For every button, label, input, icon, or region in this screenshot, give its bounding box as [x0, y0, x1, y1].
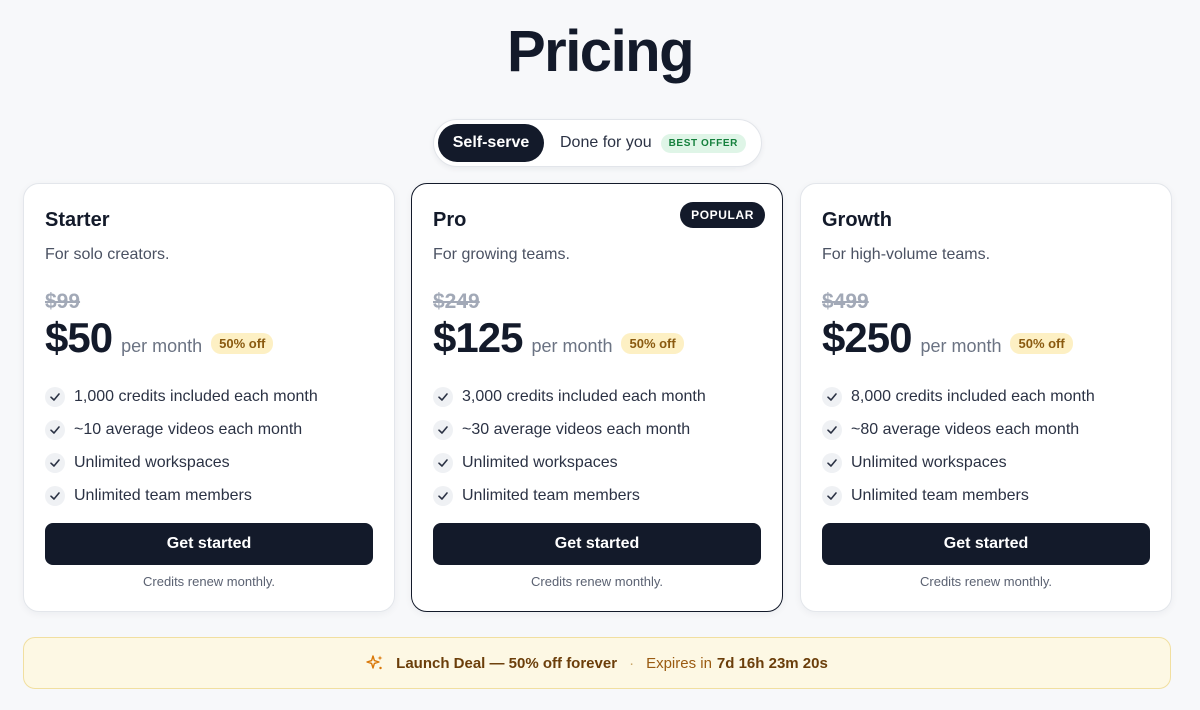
price-row: $250 per month 50% off [822, 314, 1073, 362]
plan-description: For solo creators. [45, 246, 170, 263]
plan-card-growth: Growth For high-volume teams. $499 $250 … [800, 183, 1172, 612]
feature-list: 3,000 credits included each month ~30 av… [433, 380, 706, 512]
feature-item: ~10 average videos each month [45, 413, 318, 446]
renew-note: Credits renew monthly. [920, 574, 1052, 589]
feature-item: Unlimited team members [45, 479, 318, 512]
original-price: $99 [45, 290, 81, 313]
feature-item: 1,000 credits included each month [45, 380, 318, 413]
feature-text: Unlimited workspaces [462, 453, 618, 471]
feature-text: Unlimited team members [851, 486, 1029, 504]
check-icon [433, 419, 453, 440]
plan-description: For high-volume teams. [822, 246, 991, 263]
feature-text: 3,000 credits included each month [462, 387, 706, 405]
feature-item: Unlimited workspaces [822, 446, 1095, 479]
feature-item: Unlimited team members [822, 479, 1095, 512]
feature-item: ~80 average videos each month [822, 413, 1095, 446]
feature-text: ~30 average videos each month [462, 420, 691, 438]
deal-countdown: 7d 16h 23m 20s [716, 654, 828, 672]
feature-list: 8,000 credits included each month ~80 av… [822, 380, 1095, 512]
check-icon [822, 452, 842, 473]
plan-name: Growth [822, 209, 892, 231]
best-offer-badge: BEST OFFER [660, 133, 746, 153]
self-serve-tab[interactable]: Self-serve [438, 124, 544, 162]
feature-text: Unlimited workspaces [851, 453, 1007, 471]
get-started-button-pro[interactable]: Get started [433, 523, 761, 565]
price-period: per month [121, 336, 203, 356]
check-icon [433, 485, 453, 506]
check-icon [822, 485, 842, 506]
sparkle-icon [366, 654, 384, 672]
done-for-you-label: Done for you [560, 134, 652, 151]
feature-item: Unlimited team members [433, 479, 706, 512]
check-icon [45, 386, 65, 407]
deal-separator: · [629, 654, 635, 672]
feature-item: 8,000 credits included each month [822, 380, 1095, 413]
current-price: $125 [433, 314, 523, 361]
renew-note: Credits renew monthly. [531, 574, 663, 589]
feature-text: Unlimited team members [74, 486, 252, 504]
popular-badge: POPULAR [680, 202, 765, 228]
plan-name: Pro [433, 209, 467, 231]
check-icon [433, 452, 453, 473]
check-icon [45, 419, 65, 440]
discount-badge: 50% off [621, 333, 684, 354]
original-price: $249 [433, 290, 480, 313]
plan-card-starter: Starter For solo creators. $99 $50 per m… [23, 183, 395, 612]
discount-badge: 50% off [211, 333, 274, 354]
feature-item: 3,000 credits included each month [433, 380, 706, 413]
feature-text: 1,000 credits included each month [74, 387, 318, 405]
feature-text: 8,000 credits included each month [851, 387, 1095, 405]
feature-item: Unlimited workspaces [433, 446, 706, 479]
done-for-you-tab[interactable]: Done for you BEST OFFER [560, 133, 746, 153]
get-started-button-starter[interactable]: Get started [45, 523, 373, 565]
check-icon [45, 452, 65, 473]
feature-item: Unlimited workspaces [45, 446, 318, 479]
price-period: per month [920, 336, 1002, 356]
plan-type-toggle: Self-serve Done for you BEST OFFER [433, 119, 762, 167]
feature-item: ~30 average videos each month [433, 413, 706, 446]
original-price: $499 [822, 290, 869, 313]
check-icon [45, 485, 65, 506]
check-icon [822, 386, 842, 407]
renew-note: Credits renew monthly. [143, 574, 275, 589]
current-price: $50 [45, 314, 113, 361]
check-icon [433, 386, 453, 407]
feature-text: ~10 average videos each month [74, 420, 303, 438]
current-price: $250 [822, 314, 912, 361]
feature-text: Unlimited workspaces [74, 453, 230, 471]
feature-text: ~80 average videos each month [851, 420, 1080, 438]
check-icon [822, 419, 842, 440]
page-title: Pricing [506, 19, 695, 84]
launch-deal-banner: Launch Deal — 50% off forever · Expires … [23, 637, 1171, 689]
feature-list: 1,000 credits included each month ~10 av… [45, 380, 318, 512]
price-row: $50 per month 50% off [45, 314, 274, 362]
deal-title: Launch Deal — 50% off forever [396, 654, 618, 672]
plan-card-pro: Pro POPULAR For growing teams. $249 $125… [411, 183, 783, 612]
plan-name: Starter [45, 209, 110, 231]
plan-description: For growing teams. [433, 246, 570, 263]
feature-text: Unlimited team members [462, 486, 640, 504]
discount-badge: 50% off [1010, 333, 1073, 354]
price-row: $125 per month 50% off [433, 314, 684, 362]
price-period: per month [531, 336, 613, 356]
get-started-button-growth[interactable]: Get started [822, 523, 1150, 565]
deal-expires-label: Expires in [646, 654, 712, 672]
